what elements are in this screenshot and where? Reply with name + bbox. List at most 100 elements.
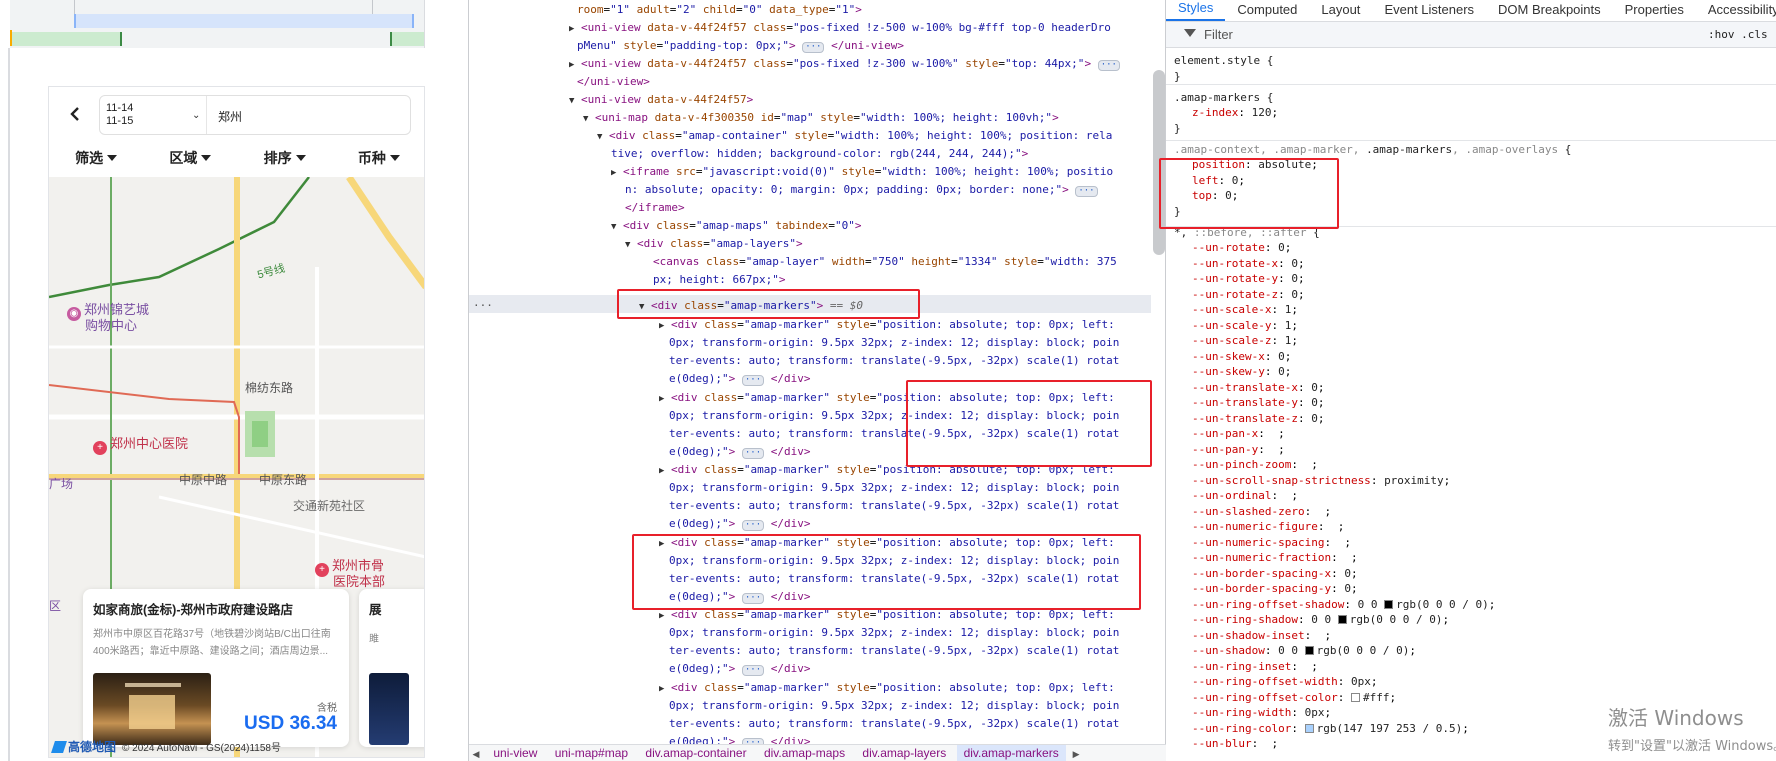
collapse-arrow-icon[interactable]: ▼ bbox=[583, 114, 588, 124]
city-input[interactable]: 郑州 bbox=[218, 108, 242, 125]
expand-arrow-icon[interactable]: ▶ bbox=[659, 394, 664, 404]
style-declaration[interactable]: --un-rotate-x: 0; bbox=[1192, 256, 1305, 272]
dom-node-line[interactable]: 0px; transform-origin: 9.5px 32px; z-ind… bbox=[669, 624, 1119, 642]
breadcrumb-item-active[interactable]: div.amap-markers bbox=[956, 745, 1066, 761]
ellipsis-button[interactable]: ··· bbox=[741, 665, 765, 676]
dom-node-line[interactable]: <canvas class="amap-layer" width="750" h… bbox=[653, 253, 1117, 271]
dom-node-line[interactable]: 0px; transform-origin: 9.5px 32px; z-ind… bbox=[669, 334, 1119, 352]
style-declaration[interactable]: } bbox=[1174, 69, 1181, 85]
style-declaration[interactable]: --un-translate-y: 0; bbox=[1192, 395, 1324, 411]
ellipsis-button[interactable]: ··· bbox=[741, 448, 765, 459]
style-declaration[interactable]: --un-blur: ; bbox=[1192, 736, 1278, 752]
style-declaration[interactable]: --un-ring-shadow: 0 0 rgb(0 0 0 / 0); bbox=[1192, 612, 1449, 628]
style-declaration[interactable]: --un-scale-y: 1; bbox=[1192, 318, 1298, 334]
style-declaration[interactable]: --un-scroll-snap-strictness: proximity; bbox=[1192, 473, 1450, 489]
dom-node-line[interactable]: ▼ <div class="amap-container" style="wid… bbox=[597, 127, 1112, 145]
collapse-arrow-icon[interactable]: ▼ bbox=[569, 96, 574, 106]
style-declaration[interactable]: --un-ordinal: ; bbox=[1192, 488, 1298, 504]
style-declaration[interactable]: --un-rotate: 0; bbox=[1192, 240, 1291, 256]
style-declaration[interactable]: --un-pan-y: ; bbox=[1192, 442, 1285, 458]
style-declaration[interactable]: --un-numeric-figure: ; bbox=[1192, 519, 1344, 535]
filter-input[interactable]: Filter bbox=[1204, 27, 1233, 42]
tab-dom-breakpoints[interactable]: DOM Breakpoints bbox=[1486, 2, 1613, 21]
dom-node-line[interactable]: ter-events: auto; transform: translate(-… bbox=[669, 352, 1119, 370]
dom-node-line[interactable]: </uni-view> bbox=[577, 73, 650, 91]
map-canvas[interactable]: 5号线 ◉ 郑州锦艺城 购物中心 棉纺东路 + 郑州中心医院 广场 中原中路 中原东… bbox=[49, 177, 424, 757]
tab-computed[interactable]: Computed bbox=[1225, 2, 1309, 21]
style-declaration[interactable]: element.style { bbox=[1174, 53, 1273, 69]
style-declaration[interactable]: --un-translate-z: 0; bbox=[1192, 411, 1324, 427]
date-range[interactable]: 11-14 11-15 bbox=[100, 102, 156, 128]
style-declaration[interactable]: --un-scale-x: 1; bbox=[1192, 302, 1298, 318]
ellipsis-button[interactable]: ··· bbox=[1075, 186, 1098, 197]
dom-node-line[interactable]: px; height: 667px;"> bbox=[653, 271, 785, 289]
dom-node-line[interactable]: ter-events: auto; transform: translate(-… bbox=[669, 715, 1119, 733]
dom-node-line[interactable]: tive; overflow: hidden; background-color… bbox=[611, 145, 1028, 163]
dom-node-line[interactable]: ▶ <iframe src="javascript:void(0)" style… bbox=[611, 163, 1113, 181]
style-declaration[interactable]: --un-skew-y: 0; bbox=[1192, 364, 1291, 380]
style-declaration[interactable]: --un-ring-width: 0px; bbox=[1192, 705, 1331, 721]
style-declaration[interactable]: --un-ring-color: rgb(147 197 253 / 0.5); bbox=[1192, 721, 1469, 737]
style-declaration[interactable]: .amap-markers { bbox=[1174, 90, 1273, 106]
style-declaration[interactable]: .amap-context, .amap-marker, .amap-marke… bbox=[1174, 142, 1571, 158]
dom-node-line[interactable]: ter-events: auto; transform: translate(-… bbox=[669, 642, 1119, 660]
style-declaration[interactable]: --un-border-spacing-y: 0; bbox=[1192, 581, 1358, 597]
collapse-arrow-icon[interactable]: ▼ bbox=[625, 240, 630, 250]
style-declaration[interactable]: z-index: 120; bbox=[1192, 105, 1278, 121]
dom-node-line[interactable]: 0px; transform-origin: 9.5px 32px; z-ind… bbox=[669, 479, 1119, 497]
dom-node-line[interactable]: e(0deg);"> ··· </div> bbox=[669, 443, 811, 461]
style-declaration[interactable]: --un-rotate-y: 0; bbox=[1192, 271, 1305, 287]
filter-screen[interactable]: 筛选 bbox=[75, 148, 118, 168]
dom-node-line[interactable]: room="1" adult="2" child="0" data_type="… bbox=[577, 1, 862, 19]
expand-arrow-icon[interactable]: ▶ bbox=[569, 60, 574, 70]
ellipsis-button[interactable]: ··· bbox=[741, 520, 765, 531]
dom-node-line[interactable]: ▼ <div class="amap-maps" tabindex="0"> bbox=[611, 217, 862, 235]
expand-arrow-icon[interactable]: ▶ bbox=[569, 24, 574, 34]
expand-arrow-icon[interactable]: ▶ bbox=[659, 611, 664, 621]
style-declaration[interactable]: --un-skew-x: 0; bbox=[1192, 349, 1291, 365]
search-bar[interactable]: 11-14 11-15 ⌄ 郑州 bbox=[99, 95, 411, 135]
filter-currency[interactable]: 币种 bbox=[358, 148, 400, 168]
ellipsis-button[interactable]: ··· bbox=[1097, 60, 1120, 71]
chevron-right-icon[interactable]: ▶ bbox=[1069, 749, 1083, 760]
hov-cls-toggles[interactable]: :hov .cls bbox=[1708, 28, 1768, 41]
style-declaration[interactable]: --un-pan-x: ; bbox=[1192, 426, 1285, 442]
breadcrumb-item[interactable]: div.amap-layers bbox=[855, 745, 953, 761]
tab-properties[interactable]: Properties bbox=[1613, 2, 1696, 21]
dom-node-line[interactable]: </iframe> bbox=[625, 199, 685, 217]
expand-arrow-icon[interactable]: ▶ bbox=[659, 466, 664, 476]
style-declaration[interactable]: --un-translate-x: 0; bbox=[1192, 380, 1324, 396]
expand-arrow-icon[interactable]: ▶ bbox=[659, 684, 664, 694]
style-declaration[interactable]: --un-numeric-fraction: ; bbox=[1192, 550, 1358, 566]
style-declaration[interactable]: --un-numeric-spacing: ; bbox=[1192, 535, 1351, 551]
breadcrumb-item[interactable]: div.amap-maps bbox=[757, 745, 852, 761]
style-declaration[interactable]: } bbox=[1174, 121, 1181, 137]
dom-node-line[interactable]: pMenu" style="padding-top: 0px;"> ··· </… bbox=[577, 37, 904, 55]
style-declaration[interactable]: --un-ring-offset-shadow: 0 0 rgb(0 0 0 /… bbox=[1192, 597, 1495, 613]
style-declaration[interactable]: --un-scale-z: 1; bbox=[1192, 333, 1298, 349]
dom-node-line[interactable]: ▶ <div class="amap-marker" style="positi… bbox=[659, 679, 1115, 697]
ellipsis-button[interactable]: ··· bbox=[741, 375, 765, 386]
back-button[interactable] bbox=[63, 101, 89, 127]
style-declaration[interactable]: --un-ring-inset: ; bbox=[1192, 659, 1318, 675]
tab-accessibility[interactable]: Accessibility bbox=[1696, 2, 1776, 21]
dom-node-line[interactable]: ▼ <div class="amap-layers"> bbox=[625, 235, 803, 253]
tab-styles[interactable]: Styles bbox=[1166, 0, 1226, 21]
dom-node-line[interactable]: ▶ <uni-view data-v-44f24f57 class="pos-f… bbox=[569, 19, 1111, 37]
style-declaration[interactable]: --un-ring-offset-width: 0px; bbox=[1192, 674, 1377, 690]
dom-node-line[interactable]: ▼ <uni-view data-v-44f24f57> bbox=[569, 91, 753, 109]
chevron-left-icon[interactable]: ◀ bbox=[469, 749, 483, 760]
hotel-card[interactable]: 如家商旅(金标)-郑州市政府建设路店 郑州市中原区百花路37号（地铁碧沙岗站B/… bbox=[83, 589, 349, 747]
dom-tree[interactable]: ... room="1" adult="2" child="0" data_ty… bbox=[469, 0, 1151, 744]
dom-node-line[interactable]: e(0deg);"> ··· </div> bbox=[669, 370, 811, 388]
style-declaration[interactable]: --un-shadow: 0 0 rgb(0 0 0 / 0); bbox=[1192, 643, 1416, 659]
style-declaration[interactable]: --un-rotate-z: 0; bbox=[1192, 287, 1305, 303]
dom-node-line[interactable]: ▼ <uni-map data-v-4f300350 id="map" styl… bbox=[583, 109, 1059, 127]
dom-node-line[interactable]: ▶ <uni-view data-v-44f24f57 class="pos-f… bbox=[569, 55, 1120, 73]
breadcrumb-item[interactable]: div.amap-container bbox=[638, 745, 753, 761]
filter-area[interactable]: 区域 bbox=[169, 148, 212, 168]
collapse-arrow-icon[interactable]: ▼ bbox=[611, 222, 616, 232]
dom-node-line[interactable]: n: absolute; opacity: 0; margin: 0px; pa… bbox=[625, 181, 1098, 199]
collapse-arrow-icon[interactable]: ▼ bbox=[597, 132, 602, 142]
poi-hospital[interactable]: + 郑州中心医院 bbox=[93, 433, 188, 455]
